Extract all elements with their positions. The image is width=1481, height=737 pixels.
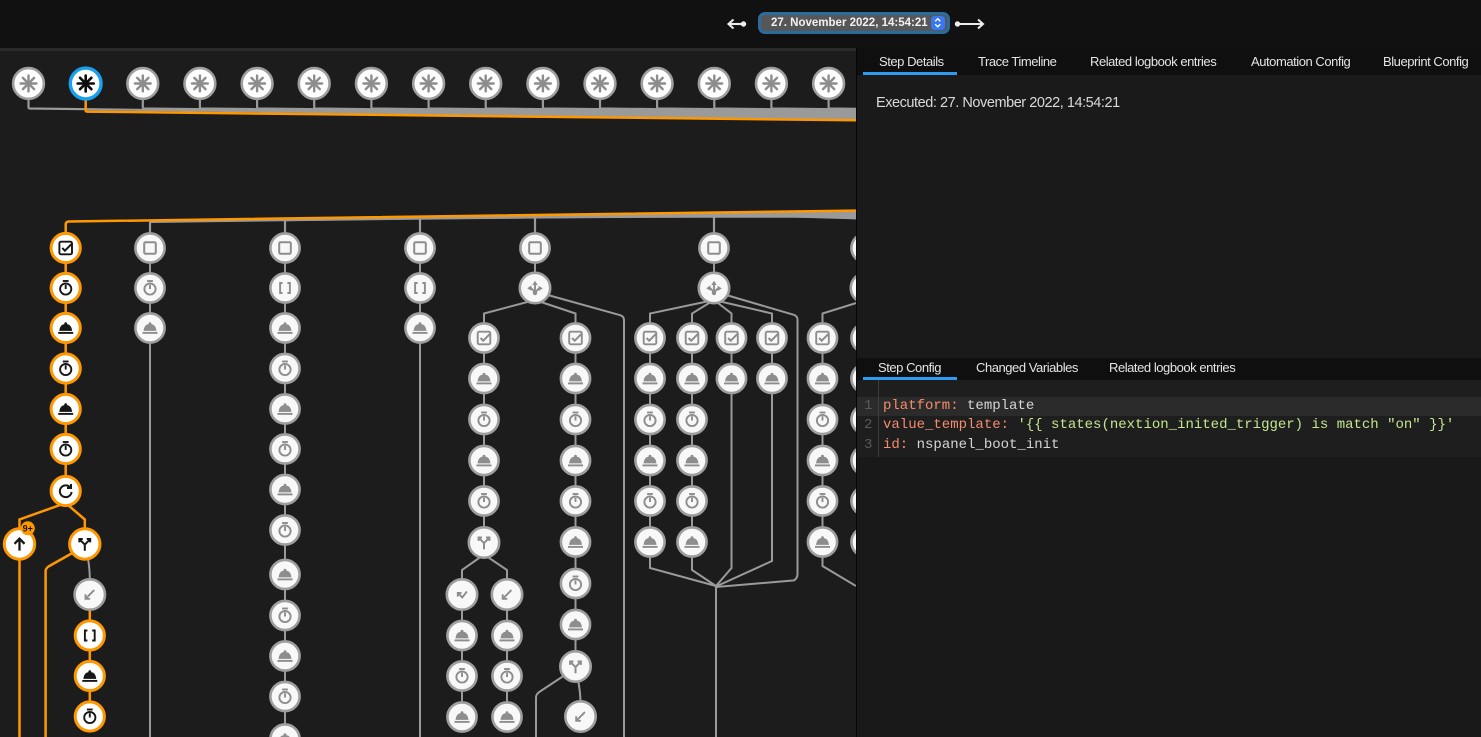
svg-text:9+: 9+	[23, 524, 33, 534]
